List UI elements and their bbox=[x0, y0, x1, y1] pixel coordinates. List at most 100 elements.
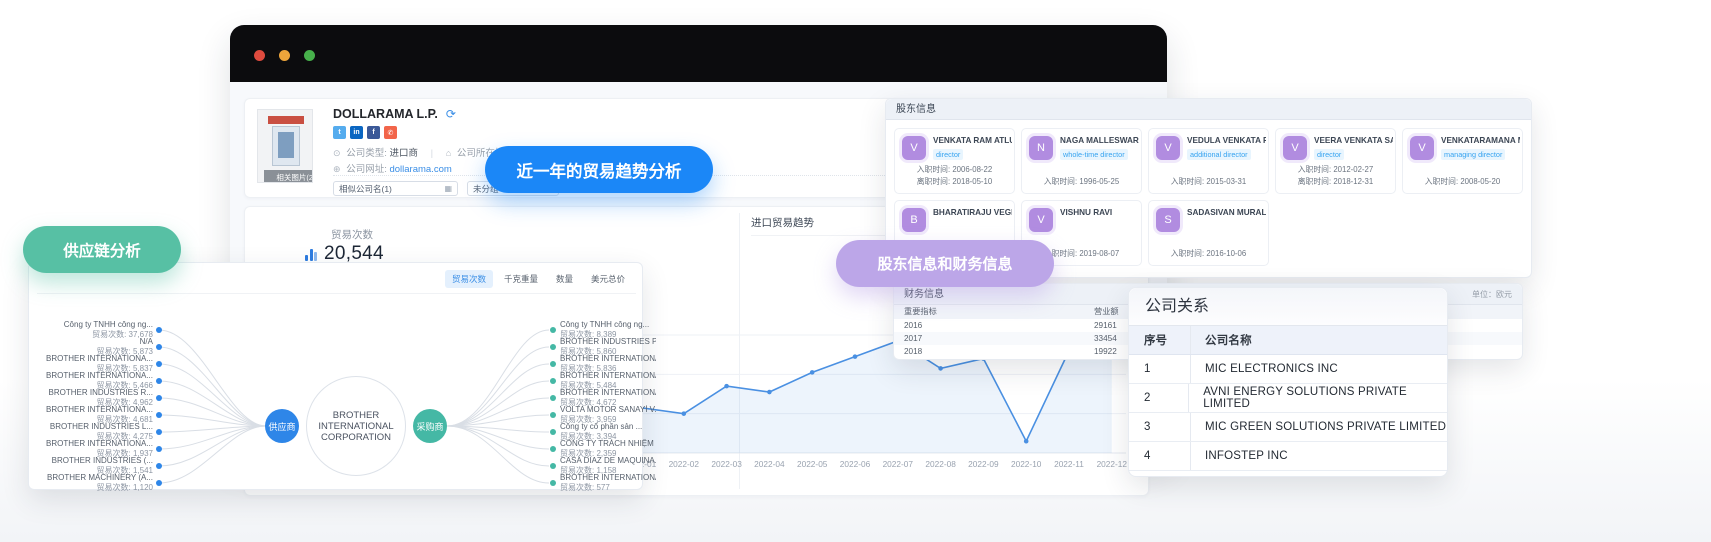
shareholder-avatar: V bbox=[1029, 208, 1053, 232]
company-node-dot[interactable] bbox=[550, 480, 556, 486]
location-icon: ⌂ bbox=[446, 148, 451, 158]
shareholder-card[interactable]: SSADASIVAN MURALIKR...入职时间: 2016-10-06 bbox=[1148, 200, 1269, 266]
traffic-light-dot[interactable] bbox=[254, 50, 265, 61]
traffic-lights bbox=[254, 48, 329, 66]
similar-company-select[interactable]: 相似公司名(1)▦ bbox=[333, 181, 458, 196]
shareholder-date-line: 离职时间: 2018-12-31 bbox=[1276, 176, 1395, 188]
supply-link-curve bbox=[447, 426, 549, 483]
company-node-dot[interactable] bbox=[156, 412, 162, 418]
x-axis-tick-label: 2022-11 bbox=[1054, 459, 1084, 469]
supply-link-curve bbox=[447, 364, 549, 426]
company-name: DOLLARAMA L.P.⟳ bbox=[333, 107, 456, 121]
company-node-dot[interactable] bbox=[156, 378, 162, 384]
company-node-dot[interactable] bbox=[156, 327, 162, 333]
shareholder-finance-callout: 股东信息和财务信息 bbox=[836, 240, 1054, 287]
supply-tab-贸易次数[interactable]: 贸易次数 bbox=[445, 270, 493, 288]
relations-title: 公司关系 bbox=[1129, 288, 1447, 326]
shareholder-avatar: V bbox=[1410, 136, 1434, 160]
shareholder-avatar: N bbox=[1029, 136, 1053, 160]
center-company-node[interactable]: BROTHER INTERNATIONAL CORPORATION bbox=[306, 376, 406, 476]
twitter-icon[interactable]: t bbox=[333, 126, 346, 139]
finance-revenue-cell: 19922 bbox=[1094, 345, 1117, 358]
purchaser-hub-node[interactable]: 采购商 bbox=[413, 409, 447, 443]
supplier-name: BROTHER INDUSTRIES (... bbox=[35, 456, 153, 466]
trend-analysis-callout: 近一年的贸易趋势分析 bbox=[485, 146, 713, 193]
purchaser-name: BROTHER INDUSTRIES P... bbox=[560, 337, 656, 347]
supplier-name: BROTHER INDUSTRIES L... bbox=[35, 422, 153, 432]
shareholder-dates: 入职时间: 2006-08-22离职时间: 2018-05-10 bbox=[895, 164, 1014, 188]
shareholder-card[interactable]: VVEERA VENKATA SATYA...director入职时间: 201… bbox=[1275, 128, 1396, 194]
company-node-dot[interactable] bbox=[156, 429, 162, 435]
supplier-hub-node[interactable]: 供应商 bbox=[265, 409, 299, 443]
relations-table-row[interactable]: 3MIC GREEN SOLUTIONS PRIVATE LIMITED bbox=[1129, 413, 1447, 442]
import-trend-title: 进口贸易趋势 bbox=[751, 215, 814, 230]
company-node-dot[interactable] bbox=[550, 327, 556, 333]
company-type-icon: ⊙ bbox=[333, 148, 341, 158]
relation-company-cell: INFOSTEP INC bbox=[1191, 450, 1288, 462]
relations-table-header: 序号 公司名称 bbox=[1129, 326, 1447, 355]
company-relations-panel: 公司关系 序号 公司名称 1MIC ELECTRONICS INC2AVNI E… bbox=[1128, 287, 1448, 477]
shareholder-avatar: V bbox=[902, 136, 926, 160]
x-axis-tick-label: 2022-06 bbox=[840, 459, 871, 469]
relations-table-row[interactable]: 1MIC ELECTRONICS INC bbox=[1129, 355, 1447, 384]
relations-table-row[interactable]: 2AVNI ENERGY SOLUTIONS PRIVATE LIMITED bbox=[1129, 384, 1447, 413]
company-type-value: 进口商 bbox=[389, 148, 418, 159]
company-node-dot[interactable] bbox=[550, 429, 556, 435]
purchaser-name: BROTHER INTERNATIONA... bbox=[560, 354, 656, 364]
company-node-dot[interactable] bbox=[156, 395, 162, 401]
shareholder-card[interactable]: VVENKATA RAM ATLURIdirector入职时间: 2006-08… bbox=[894, 128, 1015, 194]
shareholder-date-line: 入职时间: 2008-05-20 bbox=[1403, 176, 1522, 188]
relation-index-cell: 2 bbox=[1129, 384, 1189, 412]
traffic-light-dot[interactable] bbox=[304, 50, 315, 61]
company-website-line: ⊕ 公司网址: dollarama.com bbox=[333, 161, 452, 175]
window-titlebar bbox=[230, 25, 1167, 82]
company-node-dot[interactable] bbox=[550, 344, 556, 350]
chart-data-point bbox=[724, 384, 729, 389]
supply-tab-美元总价[interactable]: 美元总价 bbox=[584, 270, 632, 288]
finance-unit-note: 单位：欧元 bbox=[1472, 284, 1512, 305]
company-node-dot[interactable] bbox=[156, 446, 162, 452]
shareholder-dates: 入职时间: 2008-05-20 bbox=[1403, 176, 1522, 188]
supplier-item[interactable]: BROTHER MACHINERY (A...贸易次数: 1,120 bbox=[35, 473, 153, 493]
company-node-dot[interactable] bbox=[550, 395, 556, 401]
shareholder-card[interactable]: VVEDULA VENKATA RAM...additional directo… bbox=[1148, 128, 1269, 194]
company-node-dot[interactable] bbox=[550, 361, 556, 367]
finance-year-cell: 2017 bbox=[904, 332, 922, 345]
purchaser-name: BROTHER INTERNATIONA... bbox=[560, 388, 656, 398]
supplier-name: BROTHER INTERNATIONA... bbox=[35, 371, 153, 381]
purchaser-name: BROTHER INTERNATIONA... bbox=[560, 371, 656, 381]
traffic-light-dot[interactable] bbox=[279, 50, 290, 61]
trade-count-label: 贸易次数 bbox=[331, 227, 373, 242]
shareholder-card[interactable]: VVENKATARAMANA MAG...managing director入职… bbox=[1402, 128, 1523, 194]
supply-tab-数量[interactable]: 数量 bbox=[549, 270, 580, 288]
shareholder-date-line: 入职时间: 2016-10-06 bbox=[1149, 248, 1268, 260]
purchaser-name: VOLTA MOTOR SANAYİ V... bbox=[560, 405, 656, 415]
purchaser-item[interactable]: BROTHER INTERNATIONA...贸易次数: 577 bbox=[560, 473, 656, 493]
linkedin-icon[interactable]: in bbox=[350, 126, 363, 139]
shareholder-card[interactable]: NNAGA MALLESWARA R...whole-time director… bbox=[1021, 128, 1142, 194]
x-axis-tick-label: 2022-10 bbox=[1011, 459, 1042, 469]
facebook-icon[interactable]: f bbox=[367, 126, 380, 139]
finance-year-cell: 2016 bbox=[904, 319, 922, 332]
supplier-name: BROTHER MACHINERY (A... bbox=[35, 473, 153, 483]
shareholder-date-line: 离职时间: 2018-05-10 bbox=[895, 176, 1014, 188]
refresh-icon[interactable]: ⟳ bbox=[446, 107, 456, 121]
company-node-dot[interactable] bbox=[550, 463, 556, 469]
phone-icon[interactable]: ✆ bbox=[384, 126, 397, 139]
relation-company-cell: AVNI ENERGY SOLUTIONS PRIVATE LIMITED bbox=[1189, 386, 1447, 410]
company-node-dot[interactable] bbox=[156, 344, 162, 350]
company-node-dot[interactable] bbox=[156, 463, 162, 469]
company-node-dot[interactable] bbox=[550, 412, 556, 418]
company-node-dot[interactable] bbox=[550, 446, 556, 452]
company-node-dot[interactable] bbox=[156, 361, 162, 367]
supply-tab-千克重量[interactable]: 千克重量 bbox=[497, 270, 545, 288]
company-website-link[interactable]: dollarama.com bbox=[389, 164, 451, 175]
company-node-dot[interactable] bbox=[156, 480, 162, 486]
company-node-dot[interactable] bbox=[550, 378, 556, 384]
relations-table-row[interactable]: 4INFOSTEP INC bbox=[1129, 442, 1447, 471]
supplier-name: BROTHER INTERNATIONA... bbox=[35, 354, 153, 364]
shareholder-date-line: 入职时间: 2015-03-31 bbox=[1149, 176, 1268, 188]
related-images-label[interactable]: 相关图片(20) bbox=[264, 170, 313, 183]
supplier-name: BROTHER INTERNATIONA... bbox=[35, 439, 153, 449]
relation-index-cell: 4 bbox=[1129, 442, 1191, 470]
